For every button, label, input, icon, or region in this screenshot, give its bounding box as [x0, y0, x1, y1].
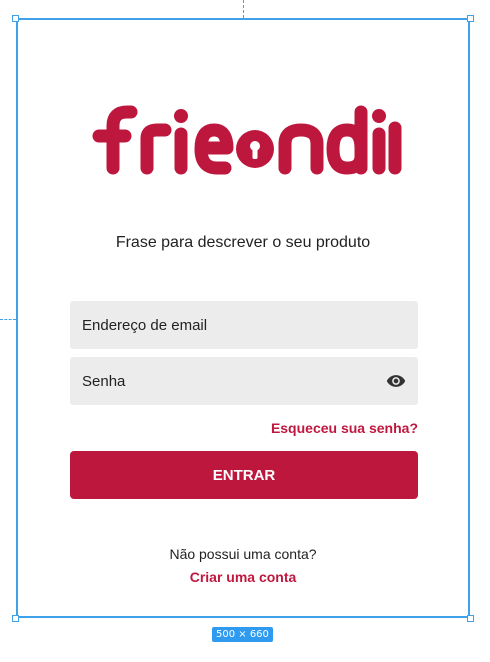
friendify-logo: friendify [92, 105, 402, 175]
no-account-text: Não possui uma conta? [169, 546, 317, 562]
design-canvas: friendify Frase para descrever [0, 0, 490, 662]
resize-handle-top-left[interactable] [12, 15, 19, 22]
resize-handle-bottom-left[interactable] [12, 615, 19, 622]
password-field-placeholder: Senha [82, 372, 126, 390]
frame-size-badge: 500 × 660 [212, 627, 273, 642]
horizontal-guide [0, 319, 16, 320]
resize-handle-bottom-right[interactable] [467, 615, 474, 622]
eye-icon[interactable] [386, 371, 406, 391]
email-field[interactable]: Endereço de email [70, 301, 418, 349]
enter-button[interactable]: ENTRAR [70, 451, 418, 499]
create-account-link[interactable]: Criar uma conta [16, 569, 470, 585]
product-tagline: Frase para descrever o seu produto [115, 234, 371, 251]
forgot-password-link[interactable]: Esqueceu sua senha? [271, 420, 418, 436]
vertical-guide [243, 0, 244, 18]
email-field-placeholder: Endereço de email [82, 316, 208, 334]
password-field[interactable]: Senha [70, 357, 418, 405]
resize-handle-top-right[interactable] [467, 15, 474, 22]
